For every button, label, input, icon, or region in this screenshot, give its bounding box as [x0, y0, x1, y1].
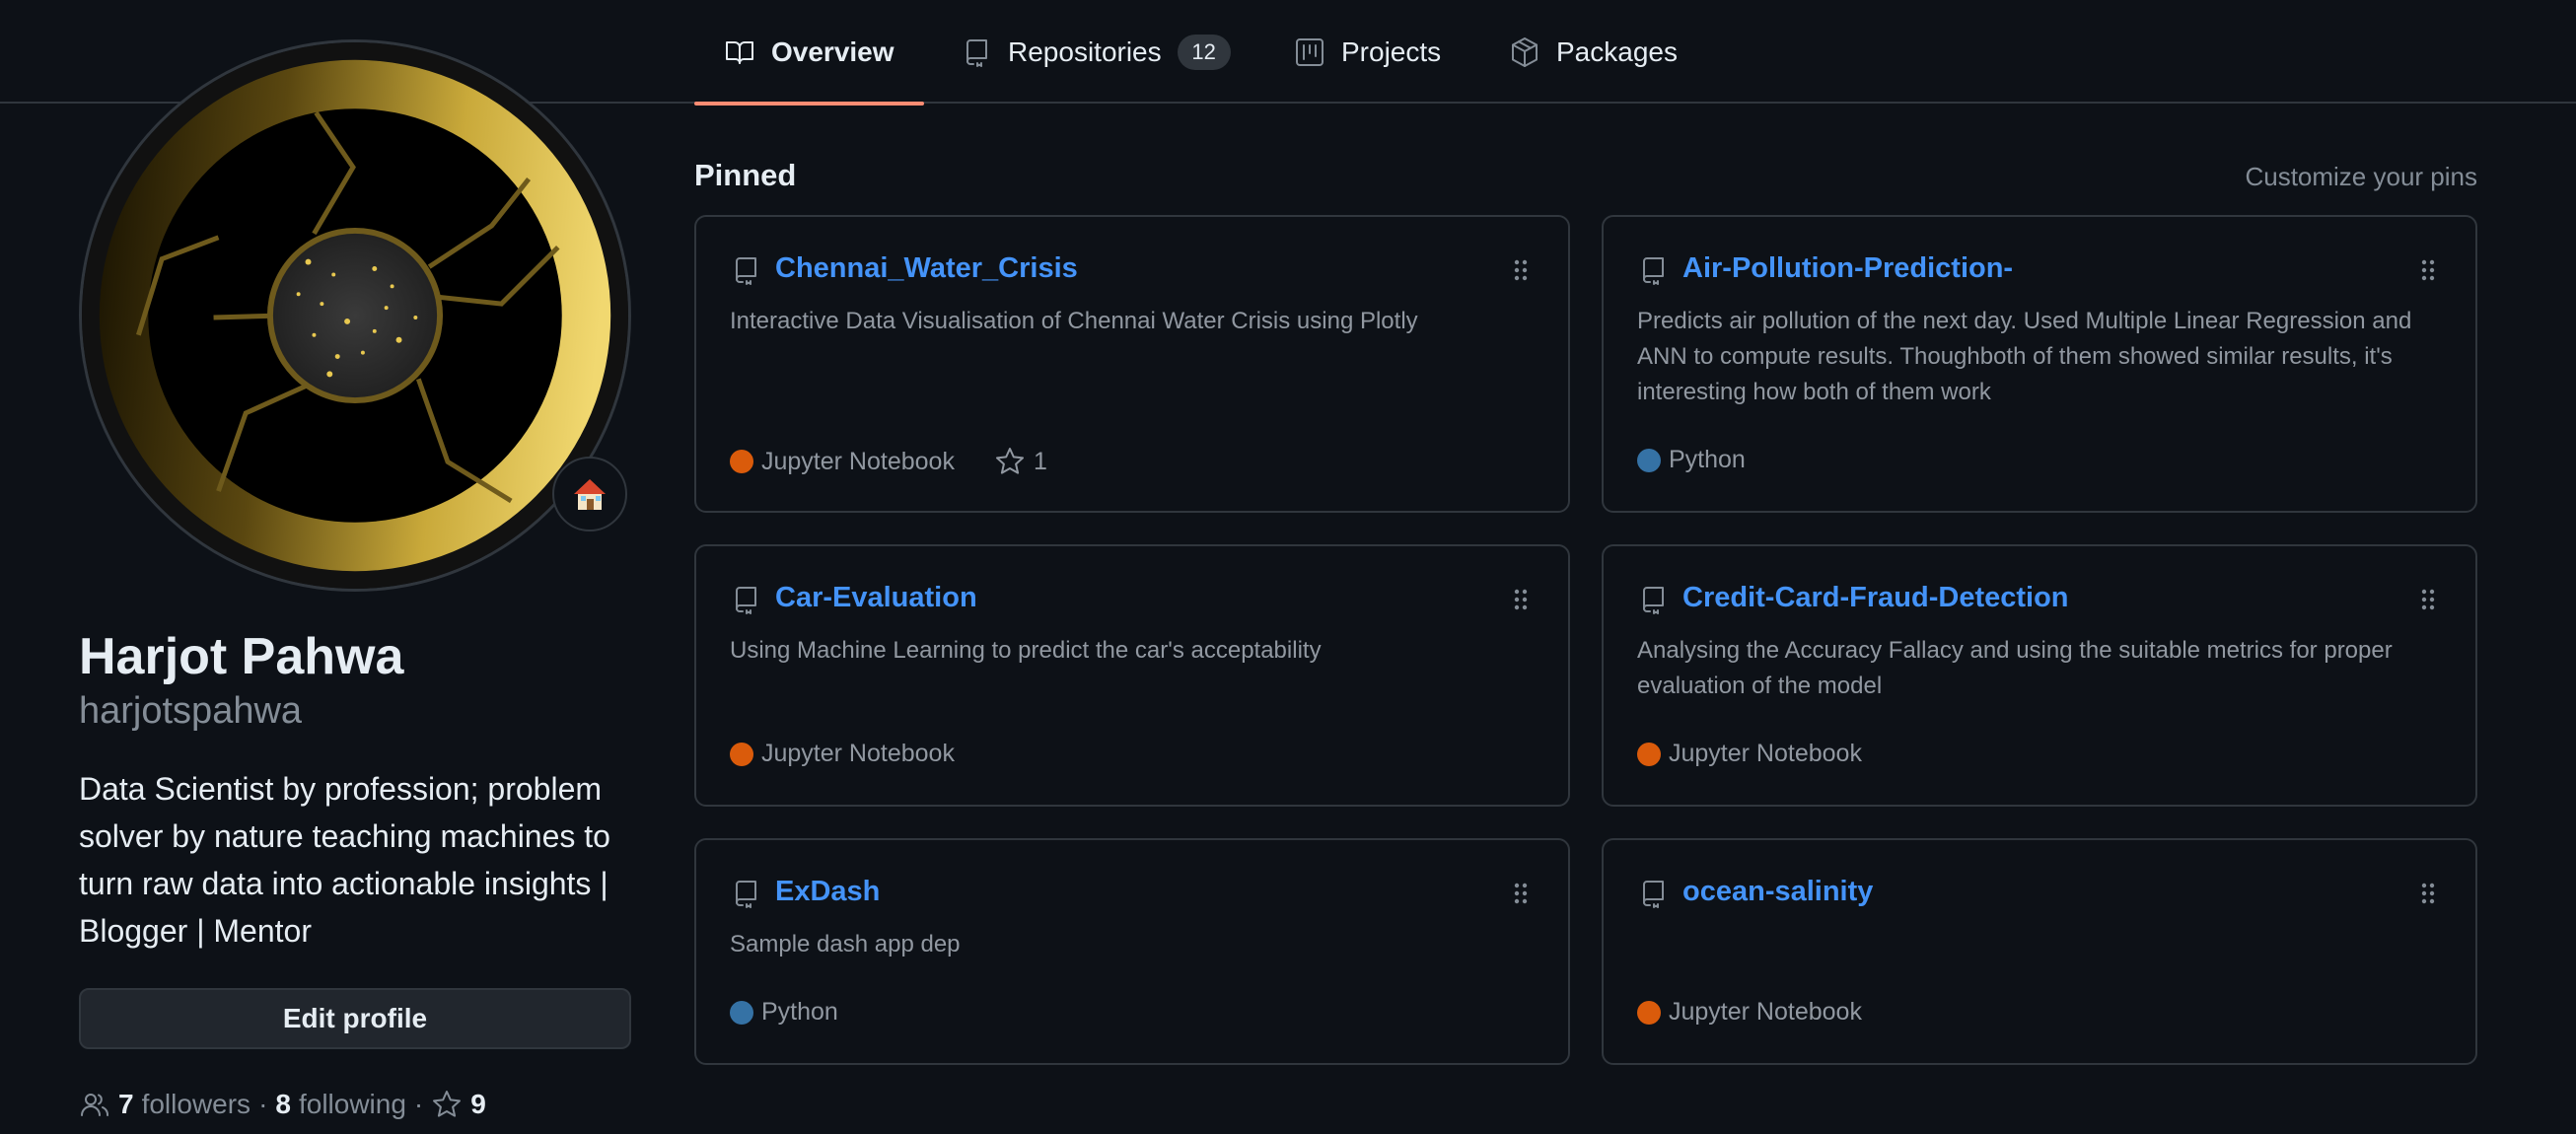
people-icon: [81, 1094, 108, 1116]
repo-language: Python: [730, 998, 838, 1027]
follow-stats: 7 followers · 8 following · 9: [79, 1085, 486, 1124]
repo-language: Jupyter Notebook: [1637, 740, 1862, 768]
repo-stars-count: 1: [1033, 447, 1047, 475]
house-icon: [574, 479, 606, 510]
drag-handle-icon[interactable]: [1509, 586, 1533, 613]
repo-icon: [736, 881, 756, 908]
pinned-repo-card: ExDash Sample dash app dep Python: [694, 838, 1570, 1065]
profile-bio: Data Scientist by profession; problem so…: [79, 771, 610, 949]
book-icon: [726, 40, 753, 64]
repo-language: Python: [1637, 446, 1746, 474]
pinned-repo-card: Car-Evaluation Using Machine Learning to…: [694, 544, 1570, 807]
repo-stars-link[interactable]: 1: [994, 446, 1047, 477]
repo-name-link[interactable]: ocean-salinity: [1682, 876, 1873, 908]
repo-meta: Jupyter Notebook: [1637, 998, 1862, 1027]
followers-link[interactable]: 7 followers: [79, 1089, 250, 1120]
profile-username: harjotspahwa: [79, 690, 303, 732]
language-color-dot: [1637, 448, 1661, 472]
tab-label: Packages: [1556, 35, 1678, 67]
repo-description: Interactive Data Visualisation of Chenna…: [730, 308, 1418, 334]
repo-name-link[interactable]: Credit-Card-Fraud-Detection: [1682, 582, 2069, 614]
repo-icon: [736, 257, 756, 285]
repo-language: Jupyter Notebook: [730, 740, 955, 768]
tab-label: Overview: [771, 35, 894, 67]
tab-label: Projects: [1341, 35, 1442, 67]
followers-label: followers: [141, 1089, 251, 1119]
repo-icon: [1643, 587, 1664, 614]
repo-name-link[interactable]: Car-Evaluation: [775, 582, 977, 614]
drag-handle-icon[interactable]: [2416, 586, 2440, 613]
project-icon: [1296, 37, 1324, 66]
separator: ·: [258, 1089, 268, 1119]
status-emoji-button[interactable]: [552, 457, 627, 532]
repo-description: Predicts air pollution of the next day. …: [1637, 308, 2412, 405]
repo-meta: Python: [1637, 446, 1746, 474]
language-name: Python: [1669, 446, 1746, 473]
language-name: Python: [761, 998, 838, 1026]
pinned-repo-card: Chennai_Water_Crisis Interactive Data Vi…: [694, 215, 1570, 513]
language-color-dot: [1637, 742, 1661, 766]
repo-icon: [966, 38, 987, 67]
tab-overview[interactable]: Overview: [694, 0, 924, 106]
repo-meta: Jupyter Notebook: [730, 740, 955, 768]
repo-name-link[interactable]: Air-Pollution-Prediction-: [1682, 252, 2013, 285]
tab-label: Repositories: [1008, 35, 1162, 67]
repo-description: Using Machine Learning to predict the ca…: [730, 637, 1322, 664]
repo-icon: [1643, 257, 1664, 285]
drag-handle-icon[interactable]: [2416, 256, 2440, 284]
language-color-dot: [730, 742, 753, 766]
drag-handle-icon[interactable]: [1509, 256, 1533, 284]
customize-pins-link[interactable]: Customize your pins: [2245, 162, 2477, 192]
tab-repositories[interactable]: Repositories 12: [961, 0, 1231, 104]
language-name: Jupyter Notebook: [1669, 998, 1862, 1026]
pinned-heading: Pinned: [694, 158, 797, 192]
repositories-count-badge: 12: [1177, 34, 1231, 70]
repo-meta: Python: [730, 998, 838, 1027]
repo-description: Analysing the Accuracy Fallacy and using…: [1637, 637, 2393, 699]
language-color-dot: [1637, 1000, 1661, 1025]
repo-name-link[interactable]: ExDash: [775, 876, 880, 908]
language-color-dot: [730, 450, 753, 473]
repo-name-link[interactable]: Chennai_Water_Crisis: [775, 252, 1078, 285]
repo-language: Jupyter Notebook: [1637, 998, 1862, 1027]
language-name: Jupyter Notebook: [761, 740, 955, 767]
following-label: following: [298, 1089, 406, 1119]
repo-icon: [1643, 881, 1664, 908]
star-icon: [433, 1091, 462, 1117]
avatar[interactable]: [79, 39, 631, 592]
stars-count: 9: [470, 1089, 486, 1119]
pinned-repo-card: Credit-Card-Fraud-Detection Analysing th…: [1602, 544, 2477, 807]
repo-description: Sample dash app dep: [730, 931, 961, 957]
drag-handle-icon[interactable]: [2416, 880, 2440, 907]
pinned-repo-card: Air-Pollution-Prediction- Predicts air p…: [1602, 215, 2477, 513]
profile-full-name: Harjot Pahwa: [79, 628, 404, 685]
avatar-image: [82, 42, 628, 589]
followers-count: 7: [118, 1089, 134, 1119]
language-name: Jupyter Notebook: [761, 447, 955, 475]
package-icon: [1512, 36, 1538, 67]
tab-packages[interactable]: Packages: [1509, 0, 1678, 104]
language-color-dot: [730, 1000, 753, 1025]
repo-language: Jupyter Notebook: [730, 448, 955, 476]
pinned-repo-card: ocean-salinity Jupyter Notebook: [1602, 838, 2477, 1065]
separator: ·: [413, 1089, 424, 1119]
stars-link[interactable]: 9: [431, 1089, 486, 1120]
following-link[interactable]: 8 following: [275, 1089, 406, 1120]
edit-profile-button[interactable]: Edit profile: [79, 988, 631, 1049]
repo-meta: Jupyter Notebook 1: [730, 446, 1047, 477]
repo-icon: [736, 587, 756, 614]
repo-meta: Jupyter Notebook: [1637, 740, 1862, 768]
tab-projects[interactable]: Projects: [1294, 0, 1441, 104]
language-name: Jupyter Notebook: [1669, 740, 1862, 767]
star-icon: [995, 448, 1024, 474]
following-count: 8: [275, 1089, 291, 1119]
drag-handle-icon[interactable]: [1509, 880, 1533, 907]
profile-page: Overview Repositories 12 Projects Packag…: [0, 0, 2576, 1134]
